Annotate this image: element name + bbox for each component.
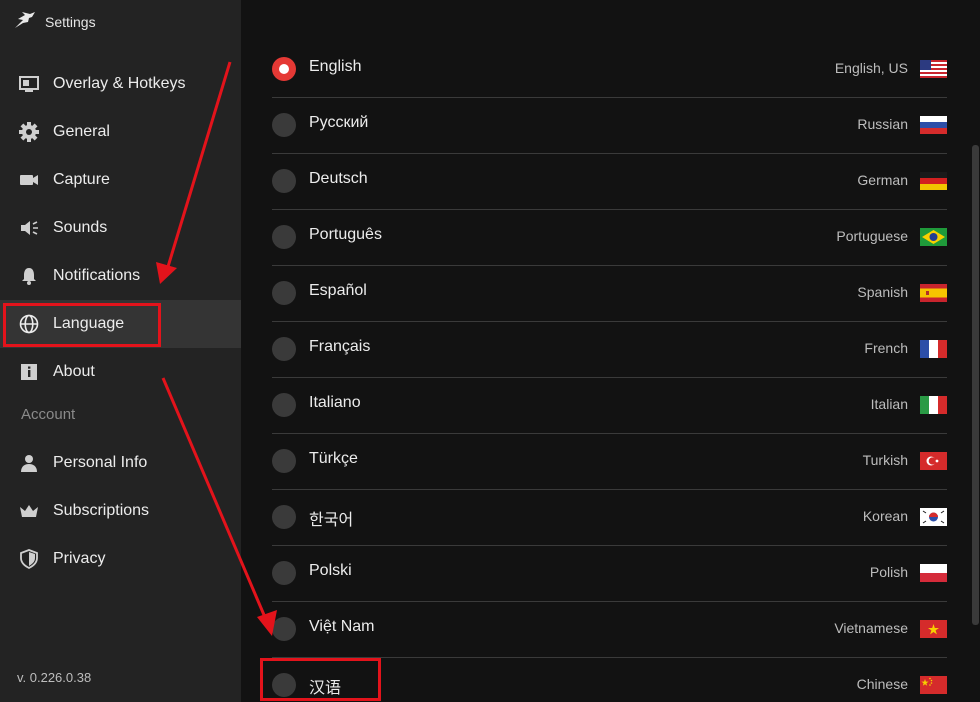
language-native-name: 汉语 — [309, 680, 342, 697]
language-row-polish[interactable]: Polski Polish — [272, 545, 947, 602]
vietnam-flag-icon — [920, 620, 947, 638]
language-english-name: French — [864, 340, 908, 356]
spain-flag-icon — [920, 284, 947, 302]
language-row-russian[interactable]: Русский Russian — [272, 97, 947, 154]
shield-icon — [19, 549, 39, 569]
language-native-name: Português — [309, 226, 382, 243]
radio-button[interactable] — [272, 113, 296, 137]
language-native-name: Français — [309, 338, 371, 355]
sidebar-item-notifications[interactable]: Notifications — [0, 252, 241, 300]
sidebar-item-overlay-hotkeys[interactable]: Overlay & Hotkeys — [0, 60, 241, 108]
language-english-name: Spanish — [857, 284, 908, 300]
speaker-icon — [19, 218, 39, 238]
version-label: v. 0.226.0.38 — [17, 670, 92, 685]
us-flag-icon — [920, 60, 947, 78]
language-english-name: German — [857, 172, 908, 188]
language-row-french[interactable]: Français French — [272, 321, 947, 378]
sidebar: Settings Overlay & Hotkeys General Captu… — [0, 0, 241, 702]
turkey-flag-icon — [920, 452, 947, 470]
overlay-icon — [19, 74, 39, 94]
account-section-title: Account — [21, 406, 76, 423]
camera-icon — [19, 170, 39, 190]
radio-button[interactable] — [272, 505, 296, 529]
sidebar-item-label: Subscriptions — [53, 502, 150, 519]
sidebar-item-label: Overlay & Hotkeys — [53, 75, 186, 92]
radio-button[interactable] — [272, 281, 296, 305]
radio-button[interactable] — [272, 225, 296, 249]
radio-button[interactable] — [272, 393, 296, 417]
language-english-name: Russian — [857, 116, 908, 132]
language-row-english[interactable]: English English, US — [272, 41, 947, 98]
sidebar-item-label: Personal Info — [53, 454, 148, 471]
sidebar-item-label: Capture — [53, 171, 110, 188]
france-flag-icon — [920, 340, 947, 358]
scrollbar[interactable] — [972, 145, 979, 625]
sidebar-item-label: Sounds — [53, 219, 108, 236]
language-row-turkish[interactable]: Türkçe Turkish — [272, 433, 947, 490]
language-native-name: Türkçe — [309, 450, 358, 467]
sidebar-item-personal-info[interactable]: Personal Info — [0, 439, 241, 487]
language-english-name: Vietnamese — [834, 620, 908, 636]
window-title: Settings — [45, 14, 96, 30]
info-icon — [19, 362, 39, 382]
russia-flag-icon — [920, 116, 947, 134]
language-list-panel: English English, US Русский Russian Deut… — [241, 0, 980, 702]
language-native-name: Español — [309, 282, 367, 299]
language-native-name: English — [309, 58, 362, 75]
sidebar-item-general[interactable]: General — [0, 108, 241, 156]
radio-button[interactable] — [272, 617, 296, 641]
language-row-korean[interactable]: 한국어 Korean — [272, 489, 947, 546]
language-row-spanish[interactable]: Español Spanish — [272, 265, 947, 322]
language-row-italian[interactable]: Italiano Italian — [272, 377, 947, 434]
sidebar-item-label: Notifications — [53, 267, 141, 284]
language-english-name: Italian — [870, 396, 908, 412]
bell-icon — [19, 266, 39, 286]
sidebar-item-subscriptions[interactable]: Subscriptions — [0, 487, 241, 535]
language-english-name: Polish — [869, 564, 908, 580]
sidebar-item-label: Privacy — [53, 550, 106, 567]
radio-button[interactable] — [272, 673, 296, 697]
language-english-name: Chinese — [856, 676, 908, 692]
crown-icon — [19, 501, 39, 521]
sidebar-item-privacy[interactable]: Privacy — [0, 535, 241, 583]
brazil-flag-icon — [920, 228, 947, 246]
language-row-vietnamese[interactable]: Việt Nam Vietnamese — [272, 601, 947, 658]
globe-icon — [19, 314, 39, 334]
language-row-german[interactable]: Deutsch German — [272, 153, 947, 210]
language-english-name: Turkish — [862, 452, 908, 468]
germany-flag-icon — [920, 172, 947, 190]
language-english-name: English, US — [834, 60, 908, 76]
language-native-name: Deutsch — [309, 170, 368, 187]
language-row-portuguese[interactable]: Português Portuguese — [272, 209, 947, 266]
language-native-name: Italiano — [309, 394, 361, 411]
sidebar-item-capture[interactable]: Capture — [0, 156, 241, 204]
sidebar-item-label: About — [53, 363, 95, 380]
sidebar-item-label: Language — [53, 315, 125, 332]
language-english-name: Portuguese — [836, 228, 908, 244]
radio-button[interactable] — [272, 449, 296, 473]
radio-button[interactable] — [272, 57, 296, 81]
radio-button[interactable] — [272, 561, 296, 585]
language-native-name: Русский — [309, 114, 369, 131]
radio-button[interactable] — [272, 169, 296, 193]
language-native-name: Việt Nam — [309, 618, 375, 635]
sidebar-item-language[interactable]: Language — [0, 300, 241, 348]
korea-flag-icon — [920, 508, 947, 526]
radio-button[interactable] — [272, 337, 296, 361]
italy-flag-icon — [920, 396, 947, 414]
sidebar-item-about[interactable]: About — [0, 348, 241, 396]
gear-icon — [19, 122, 39, 142]
language-native-name: 한국어 — [309, 512, 354, 529]
china-flag-icon — [920, 676, 947, 694]
person-icon — [19, 453, 39, 473]
sidebar-item-label: General — [53, 123, 110, 140]
wolf-logo-icon — [14, 9, 36, 36]
app-titlebar: Settings — [14, 10, 96, 34]
sidebar-item-sounds[interactable]: Sounds — [0, 204, 241, 252]
language-native-name: Polski — [309, 562, 352, 579]
language-english-name: Korean — [862, 508, 908, 524]
language-row-chinese[interactable]: 汉语 Chinese — [272, 657, 947, 702]
poland-flag-icon — [920, 564, 947, 582]
